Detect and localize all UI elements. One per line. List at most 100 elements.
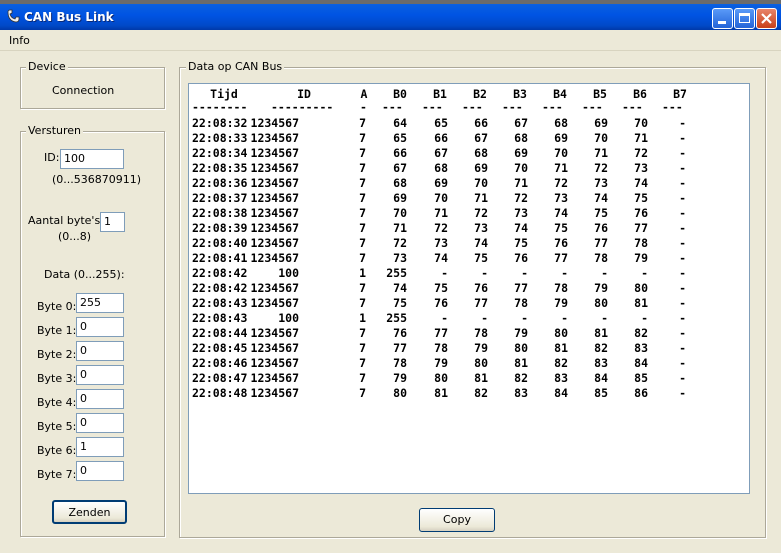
- list-item[interactable]: 22:08:42 1234567 7 74 75 76 77 78 79 80 -: [189, 281, 749, 296]
- list-item[interactable]: 22:08:47 1234567 7 79 80 81 82 83 84 85 -: [189, 371, 749, 386]
- list-cell: 100: [278, 311, 299, 325]
- list-cell: -: [441, 266, 448, 280]
- list-cell: 255: [386, 311, 407, 325]
- list-cell: 22:08:42: [192, 281, 248, 295]
- list-cell: 72: [393, 236, 407, 250]
- list-item[interactable]: 22:08:45 1234567 7 77 78 79 80 81 82 83-: [189, 341, 749, 356]
- list-cell: 7: [359, 191, 366, 205]
- list-cell: -: [679, 236, 686, 250]
- byte-4-input[interactable]: 0: [76, 389, 124, 409]
- title-bar[interactable]: [0, 0, 781, 30]
- list-cell: 70: [634, 116, 648, 130]
- list-item[interactable]: 22:08:39 1234567 7 71 72 73 74 75 76 77 -: [189, 221, 749, 236]
- list-cell: 22:08:41: [192, 251, 248, 265]
- list-item[interactable]: 22:08:41 1234567 7 73 74 75 76 77 78 79 -: [189, 251, 749, 266]
- byte-1-input[interactable]: 0: [76, 317, 124, 337]
- maximize-button[interactable]: [734, 8, 755, 29]
- list-cell: -: [679, 221, 686, 235]
- list-cell: 22:08:42: [192, 266, 248, 280]
- list-item[interactable]: 22:08:42 100 1 255 - - - - - - -: [189, 266, 749, 281]
- list-cell: -: [679, 281, 686, 295]
- list-item[interactable]: 22:08:33 1234567 7 65 66 67 68 69 70 71 -: [189, 131, 749, 146]
- list-item[interactable]: 22:08:48 1234567 7 80 81 82 83 84 85 86 -: [189, 386, 749, 401]
- send-button[interactable]: Zenden: [52, 500, 127, 524]
- byte-2-input[interactable]: 0: [76, 341, 124, 361]
- list-cell: 71: [594, 146, 608, 160]
- list-cell: 22:08:44: [192, 326, 248, 340]
- byte-5-input[interactable]: 0: [76, 413, 124, 433]
- list-item[interactable]: 22:08:43 100 1 255 - - - - - - -: [189, 311, 749, 326]
- list-cell: 22:08:46: [192, 356, 248, 370]
- byte-count-label: Aantal byte's:: [28, 214, 104, 227]
- list-item[interactable]: 22:08:32 1234567 7 64 65 66 67 68 69 70 -: [189, 116, 749, 131]
- list-cell: 67: [514, 116, 528, 130]
- list-cell: 7: [359, 371, 366, 385]
- byte-7-input[interactable]: 0: [76, 461, 124, 481]
- byte-0-label: Byte 0:: [37, 300, 77, 313]
- byte-6-input[interactable]: 1: [76, 437, 124, 457]
- list-cell: 22:08:45: [192, 341, 248, 355]
- list-cell: 85: [634, 371, 648, 385]
- column-header: ID: [297, 87, 311, 101]
- list-cell: 73: [554, 191, 568, 205]
- list-item[interactable]: 22:08:40 1234567 7 72 73 74 75 76 77 78 -: [189, 236, 749, 251]
- header-underline: ---: [662, 100, 683, 114]
- list-item[interactable]: 22:08:37 1234567 7 69 70 71 72 73 74 75 -: [189, 191, 749, 206]
- list-cell: 78: [554, 281, 568, 295]
- list-cell: -: [679, 116, 686, 130]
- list-cell: 22:08:36: [192, 176, 248, 190]
- list-cell: 73: [474, 221, 488, 235]
- list-cell: 80: [554, 326, 568, 340]
- byte-6-label: Byte 6:: [37, 444, 77, 457]
- list-cell: 76: [554, 236, 568, 250]
- list-cell: 68: [554, 116, 568, 130]
- byte-0-input[interactable]: 255: [76, 293, 124, 313]
- byte-count-input[interactable]: 1: [100, 212, 125, 232]
- menu-bar: [0, 30, 781, 51]
- id-input[interactable]: 100: [60, 149, 124, 169]
- minimize-button[interactable]: [712, 8, 733, 29]
- list-cell: 76: [393, 326, 407, 340]
- copy-button[interactable]: Copy: [419, 508, 495, 532]
- list-cell: 81: [434, 386, 448, 400]
- device-group-title: Device: [26, 60, 68, 73]
- list-cell: 77: [474, 296, 488, 310]
- column-header: Tijd: [210, 87, 238, 101]
- list-cell: 22:08:47: [192, 371, 248, 385]
- list-cell: 7: [359, 146, 366, 160]
- list-item[interactable]: 22:08:38 1234567 7 70 71 72 73 74 75 76 -: [189, 206, 749, 221]
- list-cell: 255: [386, 266, 407, 280]
- list-item[interactable]: 22:08:35 1234567 7 67 68 69 70 71 72 73 -: [189, 161, 749, 176]
- list-cell: 1234567: [250, 191, 299, 205]
- list-cell: -: [679, 296, 686, 310]
- list-cell: -: [679, 191, 686, 205]
- list-cell: 74: [594, 191, 608, 205]
- list-cell: 71: [514, 176, 528, 190]
- list-item[interactable]: 22:08:44 1234567 7 76 77 78 79 80 81 82 -: [189, 326, 749, 341]
- close-button[interactable]: [756, 8, 777, 29]
- list-item[interactable]: 22:08:34 1234567 7 66 67 68 69 70 71 72 -: [189, 146, 749, 161]
- byte-5-label: Byte 5:: [37, 420, 77, 433]
- list-cell: 77: [514, 281, 528, 295]
- minimize-icon: [718, 21, 726, 24]
- list-cell: 74: [634, 176, 648, 190]
- list-cell: 68: [393, 176, 407, 190]
- list-cell: 7: [359, 326, 366, 340]
- list-cell: -: [481, 311, 488, 325]
- list-item[interactable]: 22:08:36 1234567 7 68 69 70 71 72 73 74 -: [189, 176, 749, 191]
- byte-1-label: Byte 1:: [37, 324, 77, 337]
- list-cell: 73: [434, 236, 448, 250]
- connection-label[interactable]: Connection: [52, 84, 114, 97]
- list-cell: 22:08:43: [192, 311, 248, 325]
- list-cell: 64: [393, 116, 407, 130]
- list-cell: 1234567: [250, 386, 299, 400]
- list-item[interactable]: 22:08:46 1234567 7 78 79 80 81 82 83 84 -: [189, 356, 749, 371]
- list-cell: 68: [474, 146, 488, 160]
- menu-info[interactable]: Info: [9, 34, 30, 47]
- list-item[interactable]: 22:08:43 1234567 7 75 76 77 78 79 80 81 -: [189, 296, 749, 311]
- list-cell: 74: [514, 221, 528, 235]
- can-data-list[interactable]: Tijd ID A B0 B1 B2 B3 B4 B5 B6 B7 -------- ---------…: [188, 83, 750, 494]
- list-cell: 72: [514, 191, 528, 205]
- byte-3-input[interactable]: 0: [76, 365, 124, 385]
- list-cell: 22:08:37: [192, 191, 248, 205]
